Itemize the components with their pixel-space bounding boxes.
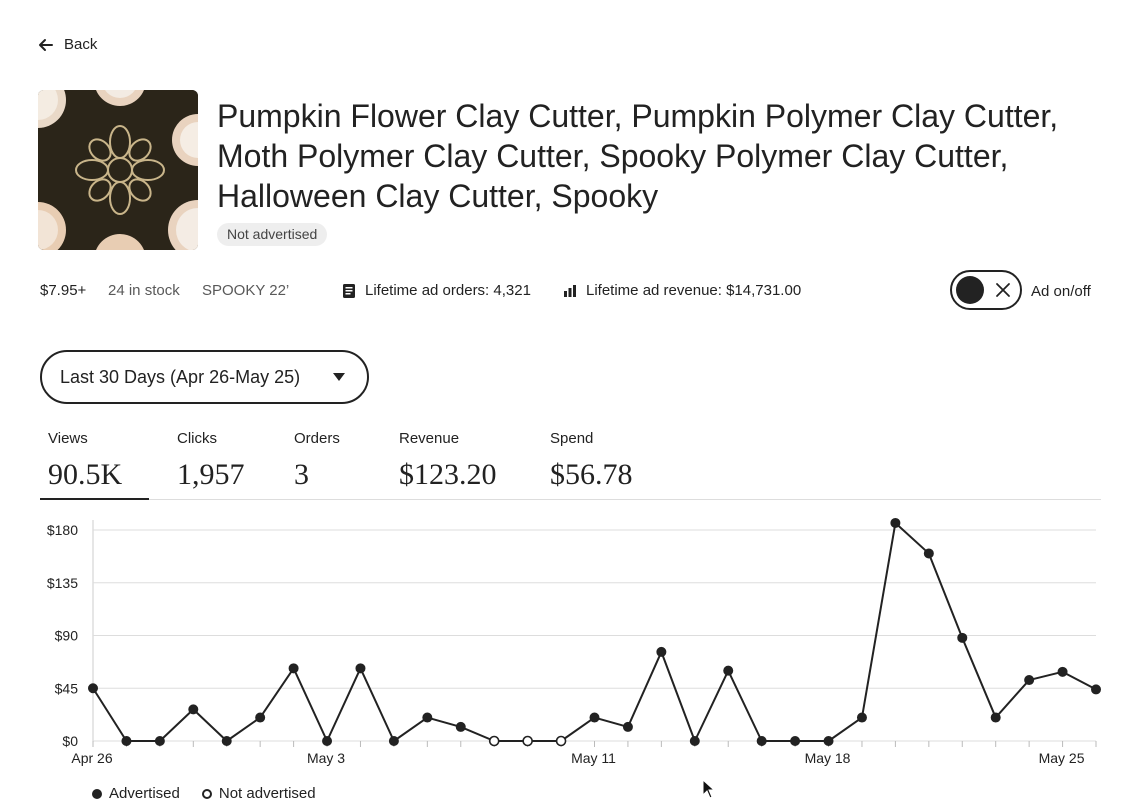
data-point-advertised: [656, 646, 667, 657]
data-point-not-advertised: [555, 735, 567, 747]
data-point-not-advertised: [522, 735, 533, 747]
legend-not-advertised-label: Not advertised: [218, 785, 316, 802]
chart-legend: Advertised Not advertised: [92, 785, 316, 802]
lifetime-revenue-stat: Lifetime ad revenue: $14,731.00: [562, 282, 801, 299]
data-point-advertised: [790, 736, 801, 746]
legend-not-advertised: Not advertised: [201, 785, 316, 802]
metric-tab-spend[interactable]: Spend $56.78: [542, 428, 672, 500]
date-range-value: Last 30 Days (Apr 26-May 25): [60, 366, 301, 387]
data-point-advertised: [622, 721, 633, 732]
data-point-advertised: [121, 736, 132, 746]
x-tick-label: Apr 26: [71, 750, 112, 766]
caret-down-icon: [333, 373, 345, 381]
metric-label: Clicks: [177, 430, 217, 447]
ad-toggle-label: Ad on/off: [1031, 283, 1091, 300]
metric-tab-revenue[interactable]: Revenue $123.20: [391, 428, 521, 500]
data-point-advertised: [589, 712, 600, 723]
metric-tab-clicks[interactable]: Clicks 1,957: [169, 428, 269, 500]
x-tick-label: May 3: [307, 750, 345, 766]
data-point-advertised: [689, 736, 700, 746]
data-point-advertised: [88, 683, 98, 694]
mouse-pointer-icon: [702, 779, 716, 799]
filled-dot-icon: [92, 788, 102, 799]
data-point-not-advertised: [488, 735, 500, 747]
data-point-advertised: [856, 712, 867, 723]
ad-status-badge: Not advertised: [217, 223, 328, 246]
data-point-advertised: [756, 736, 767, 746]
data-point-advertised: [923, 548, 934, 559]
x-tick-label: May 18: [805, 750, 851, 766]
listing-price: $7.95+: [40, 282, 87, 299]
data-point-advertised: [422, 712, 433, 723]
data-point-advertised: [1024, 675, 1035, 686]
hollow-dot-icon: [201, 788, 212, 799]
receipt-icon: [343, 283, 355, 298]
date-range-dropdown[interactable]: Last 30 Days (Apr 26-May 25): [40, 350, 369, 404]
arrow-left-icon: [39, 38, 53, 51]
data-point-advertised: [957, 632, 968, 643]
data-point-advertised: [355, 663, 366, 674]
legend-advertised: Advertised: [92, 785, 180, 802]
data-point-advertised: [1057, 666, 1068, 677]
back-label: Back: [64, 36, 98, 53]
performance-line-chart: $0 $45 $90 $135 $180 Apr 26 May 3 May 11 May 18 M…: [47, 517, 1101, 766]
data-point-advertised: [255, 712, 266, 723]
x-tick-label: May 25: [1039, 750, 1085, 766]
listing-stock: 24 in stock: [108, 282, 180, 299]
y-tick-label: $90: [55, 628, 79, 644]
metric-tab-views[interactable]: Views 90.5K: [40, 428, 149, 500]
data-point-advertised: [723, 665, 734, 676]
data-point-advertised: [388, 736, 399, 746]
metric-label: Spend: [550, 430, 594, 447]
legend-advertised-label: Advertised: [109, 785, 180, 802]
listing-section: SPOOKY 22’: [202, 282, 290, 299]
metric-value: 1,957: [177, 458, 245, 491]
metric-value: 3: [294, 458, 309, 491]
lifetime-orders-text: Lifetime ad orders: 4,321: [365, 282, 531, 299]
data-point-advertised: [288, 663, 299, 674]
metric-label: Views: [48, 430, 88, 447]
metric-label: Orders: [294, 430, 340, 447]
y-tick-label: $180: [47, 522, 78, 538]
metric-value: $56.78: [550, 458, 633, 491]
lifetime-orders-stat: Lifetime ad orders: 4,321: [341, 282, 531, 299]
data-point-advertised: [188, 704, 199, 715]
data-point-advertised: [990, 712, 1001, 723]
x-tick-label: May 11: [571, 750, 616, 766]
data-point-advertised: [823, 736, 834, 746]
close-icon: [996, 283, 1010, 297]
listing-title: Pumpkin Flower Clay Cutter, Pumpkin Poly…: [217, 98, 1059, 214]
data-point-advertised: [221, 736, 232, 746]
metric-label: Revenue: [399, 430, 460, 447]
data-point-advertised: [1091, 684, 1101, 695]
y-tick-label: $45: [55, 680, 79, 696]
data-point-advertised: [455, 721, 466, 732]
listing-thumbnail: [38, 90, 198, 250]
lifetime-revenue-text: Lifetime ad revenue: $14,731.00: [586, 282, 802, 299]
y-tick-label: $135: [47, 575, 78, 591]
series-line: [92, 521, 1097, 742]
bar-chart-icon: [564, 284, 576, 297]
metric-tab-orders[interactable]: Orders 3: [286, 428, 376, 500]
toggle-knob: [956, 276, 984, 304]
ad-toggle-switch[interactable]: [950, 270, 1022, 310]
data-point-advertised: [154, 736, 165, 746]
data-point-advertised: [322, 736, 333, 746]
metric-value: $123.20: [399, 458, 497, 491]
y-tick-label: $0: [62, 733, 78, 749]
back-link[interactable]: Back: [38, 36, 97, 53]
data-point-advertised: [890, 517, 901, 528]
metrics-tabs: Views 90.5K Clicks 1,957 Orders 3 Revenu…: [40, 428, 1101, 500]
metric-value: 90.5K: [48, 458, 123, 491]
